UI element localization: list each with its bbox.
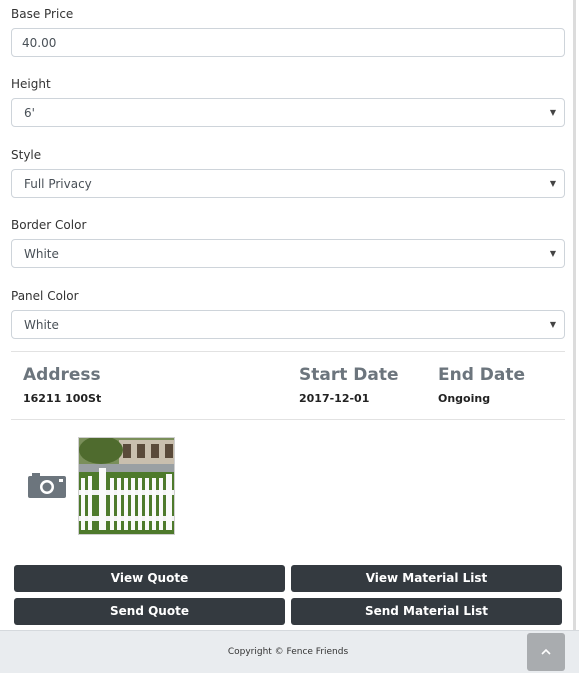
style-value: Full Privacy <box>24 177 92 191</box>
chevron-down-icon: ▼ <box>549 320 556 329</box>
page: Base Price 40.00 Height 6' ▼ Style Full … <box>0 0 576 673</box>
footer: Copyright © Fence Friends <box>0 630 579 673</box>
base-price-value: 40.00 <box>22 36 57 50</box>
view-material-list-button[interactable]: View Material List <box>291 565 562 592</box>
height-value: 6' <box>24 106 35 120</box>
fence-photo[interactable] <box>78 437 175 535</box>
divider <box>11 351 565 352</box>
panel-color-select[interactable]: White ▼ <box>11 310 565 339</box>
panel-color-label: Panel Color <box>11 289 79 303</box>
chevron-down-icon: ▼ <box>549 108 556 117</box>
end-date-value: Ongoing <box>438 392 491 405</box>
chevron-up-icon <box>541 648 551 655</box>
scrollbar[interactable] <box>573 0 576 630</box>
camera-icon[interactable] <box>28 473 66 498</box>
height-label: Height <box>11 77 51 91</box>
end-date-heading: End Date <box>438 365 526 385</box>
view-quote-button[interactable]: View Quote <box>14 565 285 592</box>
chevron-down-icon: ▼ <box>549 249 556 258</box>
style-select[interactable]: Full Privacy ▼ <box>11 169 565 198</box>
border-color-label: Border Color <box>11 218 87 232</box>
start-date-heading: Start Date <box>299 365 399 385</box>
base-price-label: Base Price <box>11 7 74 21</box>
send-quote-button[interactable]: Send Quote <box>14 598 285 625</box>
height-select[interactable]: 6' ▼ <box>11 98 565 127</box>
copyright-text: Copyright © Fence Friends <box>227 647 349 657</box>
send-material-list-button[interactable]: Send Material List <box>291 598 562 625</box>
style-label: Style <box>11 148 42 162</box>
start-date-value: 2017-12-01 <box>299 392 370 405</box>
base-price-input[interactable]: 40.00 <box>11 28 565 57</box>
border-color-value: White <box>24 247 59 261</box>
back-to-top-button[interactable] <box>527 633 565 671</box>
address-value: 16211 100St <box>23 392 102 405</box>
divider <box>11 419 565 420</box>
chevron-down-icon: ▼ <box>549 179 556 188</box>
panel-color-value: White <box>24 318 59 332</box>
border-color-select[interactable]: White ▼ <box>11 239 565 268</box>
address-heading: Address <box>23 365 101 385</box>
